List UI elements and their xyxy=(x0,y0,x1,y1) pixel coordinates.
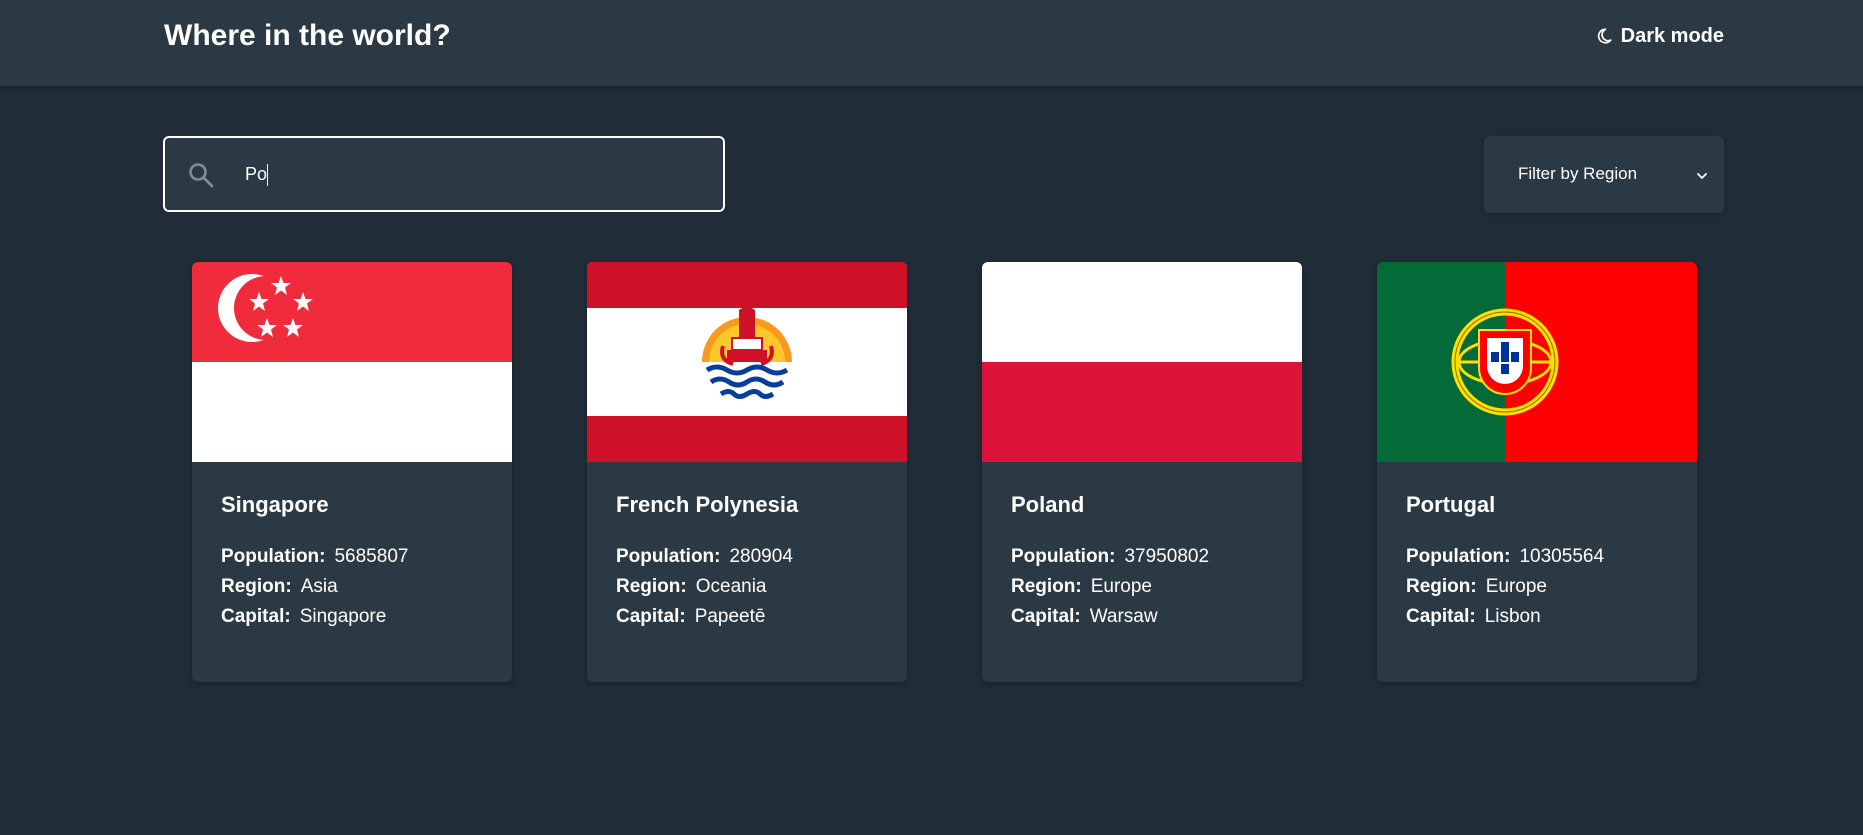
population-value: 5685807 xyxy=(334,546,409,567)
capital-stat: Capital: Singapore xyxy=(221,602,491,632)
capital-label: Capital: xyxy=(1406,606,1476,627)
country-card[interactable]: Singapore Population: 5685807 Region: Asia… xyxy=(192,262,512,682)
population-label: Population: xyxy=(1011,546,1116,567)
capital-label: Capital: xyxy=(1011,606,1081,627)
population-label: Population: xyxy=(616,546,721,567)
population-value: 280904 xyxy=(729,546,793,567)
population-label: Population: xyxy=(221,546,326,567)
filter-label: Filter by Region xyxy=(1518,164,1638,183)
moon-icon xyxy=(1595,27,1613,45)
singapore-flag xyxy=(192,262,512,462)
capital-value: Lisbon xyxy=(1484,606,1541,627)
population-stat: Population: 5685807 xyxy=(221,542,491,572)
region-label: Region: xyxy=(221,576,292,597)
search-icon xyxy=(187,161,215,189)
poland-flag xyxy=(982,262,1302,462)
french-polynesia-flag xyxy=(587,262,907,462)
country-name: French Polynesia xyxy=(616,492,799,517)
population-stat: Population: 280904 xyxy=(616,542,886,572)
population-stat: Population: 37950802 xyxy=(1011,542,1281,572)
country-card[interactable]: Poland Population: 37950802 Region: Europe… xyxy=(982,262,1302,682)
region-stat: Region: Oceania xyxy=(616,572,886,602)
country-grid: Singapore Population: 5685807 Region: Asia… xyxy=(192,262,1697,682)
country-name: Poland xyxy=(1011,492,1085,517)
country-card[interactable]: French Polynesia Population: 280904 Regio… xyxy=(587,262,907,682)
region-stat: Region: Europe xyxy=(1011,572,1281,602)
region-value: Oceania xyxy=(695,576,767,597)
capital-value: Warsaw xyxy=(1089,606,1158,627)
region-label: Region: xyxy=(1011,576,1082,597)
capital-stat: Capital: Warsaw xyxy=(1011,602,1281,632)
text-caret xyxy=(267,164,268,186)
population-value: 10305564 xyxy=(1519,546,1605,567)
region-value: Asia xyxy=(300,576,338,597)
capital-label: Capital: xyxy=(616,606,686,627)
chevron-down-icon xyxy=(1696,169,1708,181)
country-name: Portugal xyxy=(1406,492,1496,517)
population-stat: Population: 10305564 xyxy=(1406,542,1676,572)
site-header: Where in the world? Dark mode xyxy=(0,0,1863,86)
region-value: Europe xyxy=(1090,576,1152,597)
search-input[interactable] xyxy=(245,138,705,210)
population-value: 37950802 xyxy=(1124,546,1210,567)
capital-label: Capital: xyxy=(221,606,291,627)
country-name: Singapore xyxy=(221,492,329,517)
capital-value: Papeetē xyxy=(694,606,766,627)
region-label: Region: xyxy=(616,576,687,597)
dark-mode-toggle[interactable]: Dark mode xyxy=(1595,22,1724,50)
portugal-flag xyxy=(1377,262,1697,462)
population-label: Population: xyxy=(1406,546,1511,567)
region-label: Region: xyxy=(1406,576,1477,597)
region-stat: Region: Europe xyxy=(1406,572,1676,602)
dark-mode-label: Dark mode xyxy=(1620,24,1724,47)
site-title: Where in the world? xyxy=(164,19,451,52)
capital-stat: Capital: Lisbon xyxy=(1406,602,1676,632)
search-box[interactable] xyxy=(163,136,725,212)
region-stat: Region: Asia xyxy=(221,572,491,602)
region-filter-dropdown[interactable]: Filter by Region xyxy=(1484,136,1724,213)
capital-value: Singapore xyxy=(299,606,387,627)
country-card[interactable]: Portugal Population: 10305564 Region: Euro… xyxy=(1377,262,1697,682)
capital-stat: Capital: Papeetē xyxy=(616,602,886,632)
region-value: Europe xyxy=(1485,576,1547,597)
